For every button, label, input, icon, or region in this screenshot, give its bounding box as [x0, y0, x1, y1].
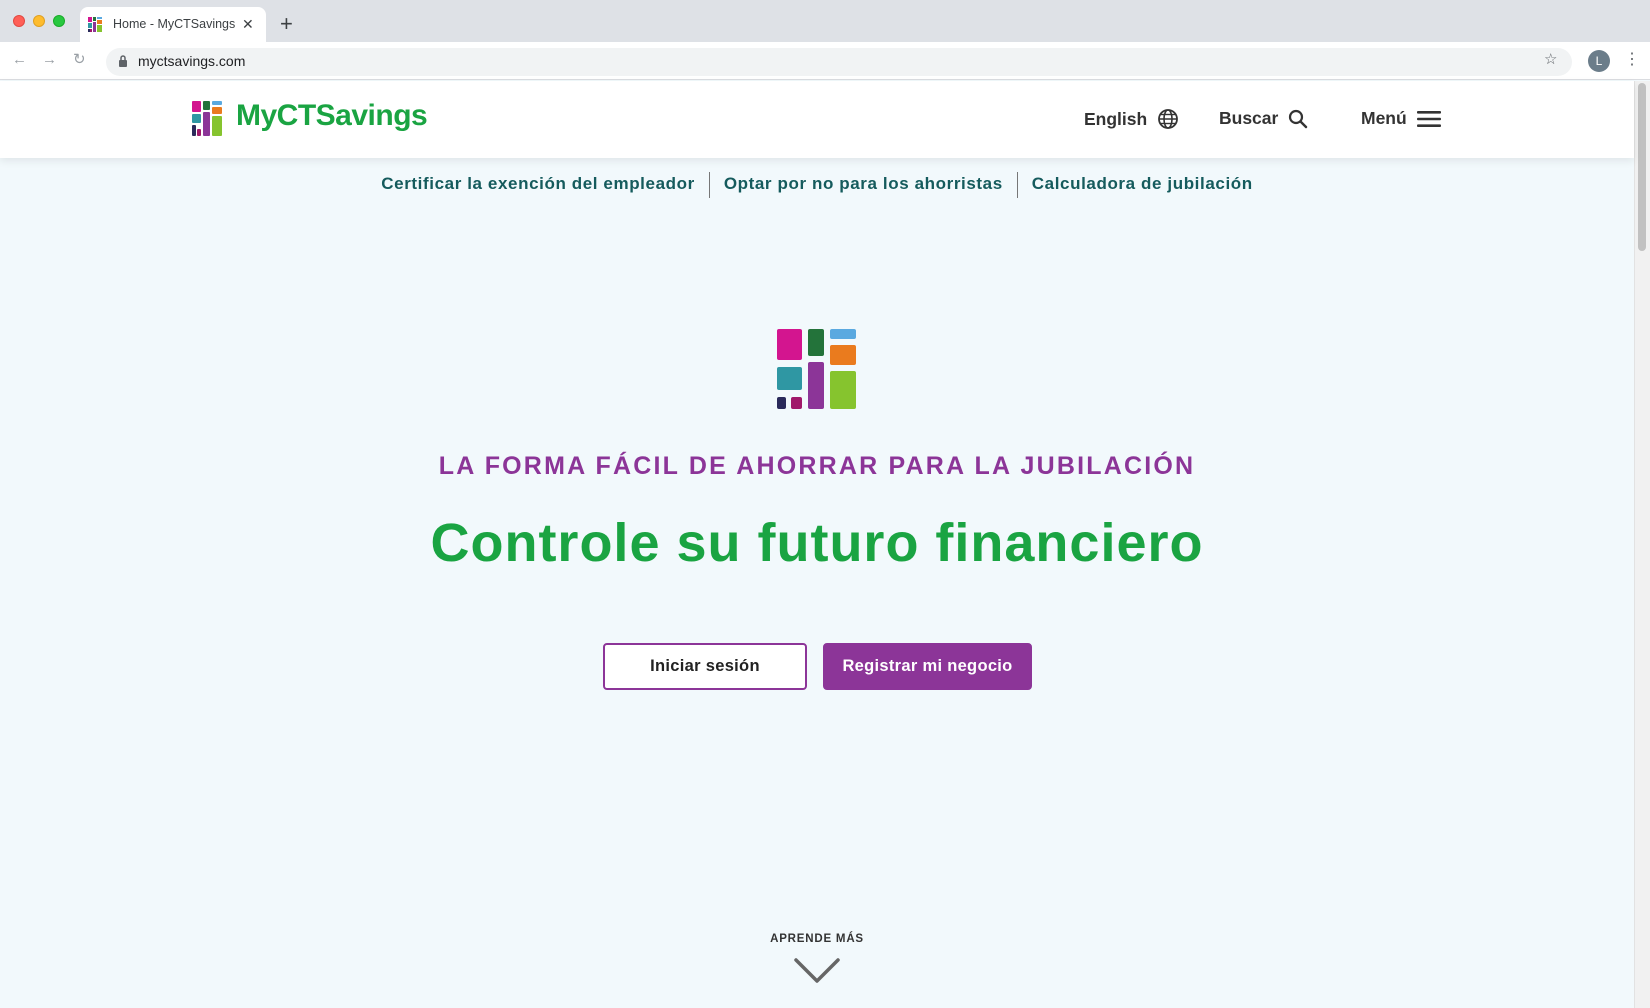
learn-more-label[interactable]: APRENDE MÁS [0, 933, 1634, 945]
tab-title: Home - MyCTSavings [113, 17, 236, 31]
profile-avatar[interactable]: L [1588, 50, 1610, 72]
url-text[interactable]: myctsavings.com [138, 53, 245, 69]
register-business-button[interactable]: Registrar mi negocio [823, 643, 1032, 690]
globe-icon [1158, 109, 1179, 129]
browser-menu-icon[interactable]: ⋮ [1624, 51, 1640, 69]
menu-label: Menú [1361, 108, 1407, 128]
back-arrow-icon[interactable]: ← [12, 51, 27, 69]
search-icon [1289, 109, 1308, 128]
favicon-icon [88, 17, 102, 32]
link-certify-exemption[interactable]: Certificar la exención del empleador [367, 170, 709, 198]
link-opt-out[interactable]: Optar por no para los ahorristas [710, 170, 1017, 198]
language-selector[interactable]: English [1084, 108, 1179, 130]
menu-button[interactable]: Menú [1361, 108, 1441, 129]
reload-icon[interactable]: ↻ [73, 51, 86, 69]
link-retirement-calculator[interactable]: Calculadora de jubilación [1018, 170, 1267, 198]
address-bar[interactable] [106, 48, 1572, 76]
scrollbar-thumb[interactable] [1638, 83, 1646, 251]
window-close-button[interactable] [13, 15, 25, 27]
lock-icon [119, 55, 127, 67]
window-minimize-button[interactable] [33, 15, 45, 27]
hamburger-menu-icon [1416, 110, 1441, 127]
search-button[interactable]: Buscar [1219, 108, 1308, 129]
chevron-down-icon[interactable] [794, 958, 840, 984]
forward-arrow-icon[interactable]: → [42, 51, 57, 69]
login-button[interactable]: Iniciar sesión [603, 643, 807, 690]
search-label: Buscar [1219, 108, 1279, 128]
language-label: English [1084, 108, 1148, 129]
quick-links: Certificar la exención del empleador Opta… [0, 170, 1634, 198]
hero-eyebrow: LA FORMA FÁCIL DE AHORRAR PARA LA JUBILA… [438, 452, 1196, 480]
logo-mark-icon[interactable] [192, 101, 228, 137]
tab-close-icon[interactable]: ✕ [242, 15, 254, 33]
hero-logo-mark-icon [777, 329, 856, 409]
window-maximize-button[interactable] [53, 15, 65, 27]
new-tab-button[interactable]: + [280, 12, 293, 36]
star-icon[interactable]: ☆ [1544, 51, 1557, 69]
logo-text[interactable]: MyCTSavings [236, 99, 428, 133]
hero-headline: Controle su futuro financiero [430, 513, 1204, 573]
